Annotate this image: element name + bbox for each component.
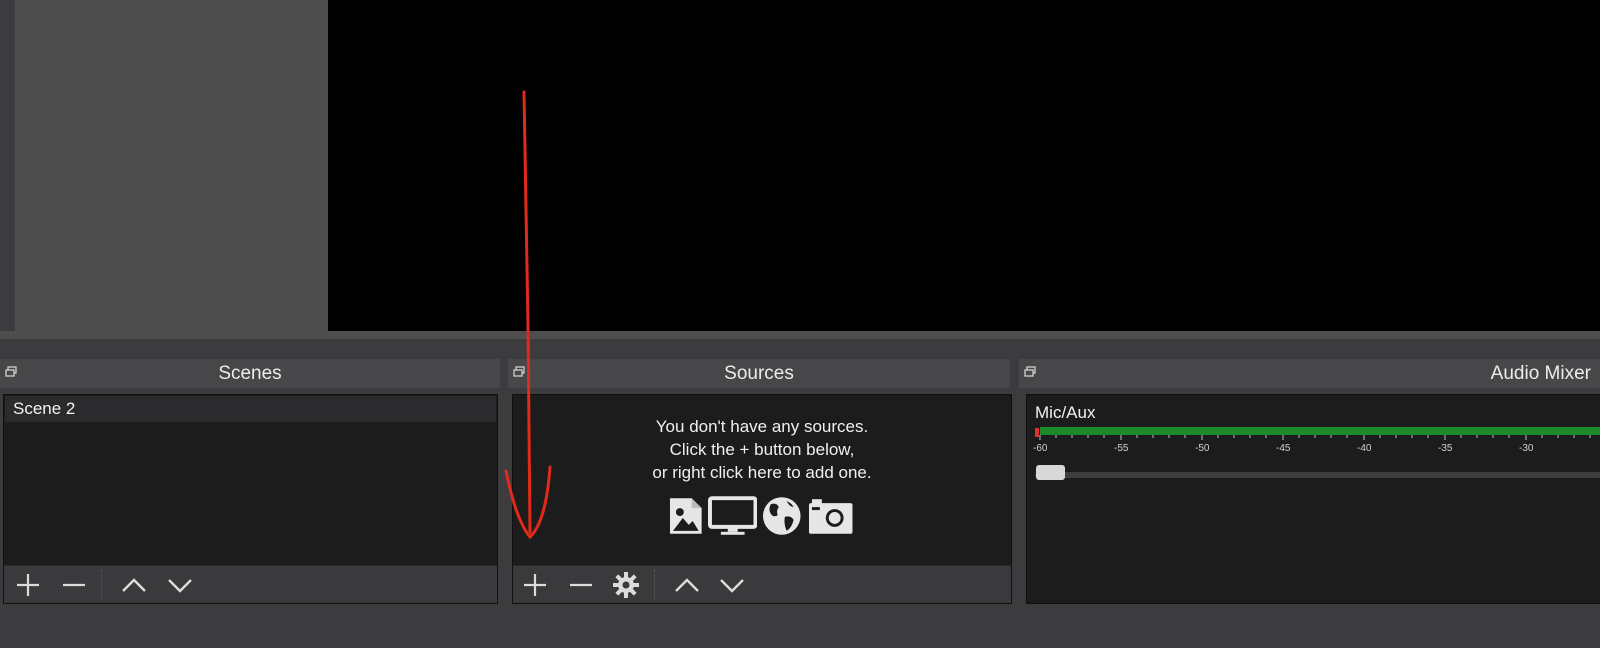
annotation-arrow — [504, 90, 552, 540]
